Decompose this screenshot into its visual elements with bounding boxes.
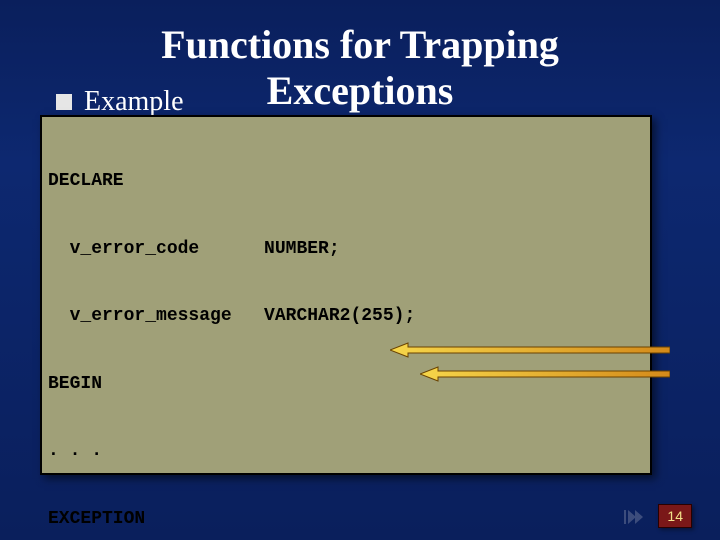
code-line: DECLARE: [48, 170, 644, 193]
title-line-1: Functions for Trapping: [0, 22, 720, 68]
example-label: Example: [84, 86, 184, 118]
code-line: v_error_message VARCHAR2(255);: [48, 305, 644, 328]
example-bullet-row: Example: [56, 86, 184, 118]
page-number-badge: 14: [658, 504, 692, 528]
code-block: DECLARE v_error_code NUMBER; v_error_mes…: [40, 115, 652, 475]
square-bullet-icon: [56, 94, 72, 110]
code-line: . . .: [48, 440, 644, 463]
slide: Functions for Trapping Exceptions Exampl…: [0, 0, 720, 540]
code-line: v_error_code NUMBER;: [48, 238, 644, 261]
arrow-to-sqlerrm-icon: [420, 365, 670, 379]
code-line: EXCEPTION: [48, 508, 644, 531]
arrow-to-sqlcode-icon: [390, 341, 670, 355]
